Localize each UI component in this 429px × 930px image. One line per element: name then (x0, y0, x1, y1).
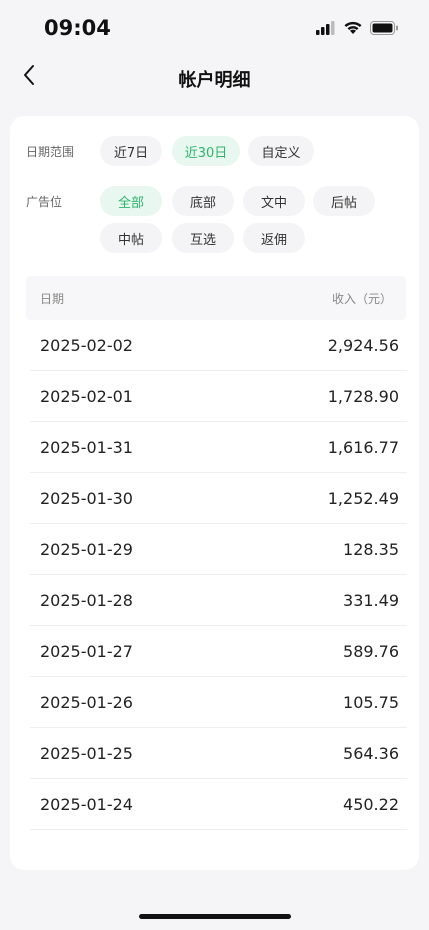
status-time: 09:04 (44, 16, 111, 40)
column-header-date: 日期 (40, 292, 65, 306)
row-date: 2025-01-30 (40, 489, 133, 508)
date-option-custom[interactable]: 自定义 (248, 136, 314, 166)
page-title: 帐户明细 (178, 70, 251, 91)
row-date: 2025-01-31 (40, 438, 133, 457)
row-amount: 331.49 (343, 591, 399, 610)
row-date: 2025-02-02 (40, 336, 133, 355)
ad-slot-inline[interactable]: 文中 (243, 186, 305, 216)
row-date: 2025-01-25 (40, 744, 133, 763)
table-row: 2025-01-28 331.49 (30, 575, 407, 626)
account-detail-card: 日期范围 近7日 近30日 自定义 广告位 全部 底部 文中 后帖 中帖 互选 … (10, 116, 419, 870)
table-row: 2025-02-01 1,728.90 (30, 371, 407, 422)
table-header: 日期 收入（元） (26, 276, 406, 320)
ad-slot-rebate[interactable]: 返佣 (243, 223, 305, 253)
date-option-30d[interactable]: 近30日 (172, 136, 240, 166)
wifi-icon (343, 20, 363, 39)
ad-slot-mutual[interactable]: 互选 (172, 223, 234, 253)
row-amount: 564.36 (343, 744, 399, 763)
ad-slot-label: 广告位 (26, 195, 63, 209)
column-header-income: 收入（元） (331, 292, 392, 306)
table-row: 2025-01-26 105.75 (30, 677, 407, 728)
table-row: 2025-02-02 2,924.56 (30, 320, 407, 371)
signal-icon (316, 20, 336, 39)
table-row: 2025-01-27 589.76 (30, 626, 407, 677)
nav-bar: 帐户明细 (0, 58, 429, 98)
home-indicator (139, 914, 291, 919)
table-row: 2025-01-31 1,616.77 (30, 422, 407, 473)
row-date: 2025-01-28 (40, 591, 133, 610)
table-row: 2025-01-29 128.35 (30, 524, 407, 575)
row-amount: 589.76 (343, 642, 399, 661)
battery-icon (370, 20, 399, 39)
ad-slot-bottom[interactable]: 底部 (172, 186, 234, 216)
row-amount: 1,616.77 (327, 438, 399, 457)
status-icons (316, 20, 399, 39)
date-range-label: 日期范围 (26, 145, 75, 159)
ad-slot-all[interactable]: 全部 (100, 186, 162, 216)
ad-slot-middle[interactable]: 中帖 (100, 223, 162, 253)
row-amount: 2,924.56 (327, 336, 399, 355)
date-option-7d[interactable]: 近7日 (100, 136, 162, 166)
row-date: 2025-01-29 (40, 540, 133, 559)
row-date: 2025-01-24 (40, 795, 133, 814)
row-amount: 105.75 (343, 693, 399, 712)
row-amount: 128.35 (343, 540, 399, 559)
table-row: 2025-01-30 1,252.49 (30, 473, 407, 524)
table-row: 2025-01-25 564.36 (30, 728, 407, 779)
row-amount: 1,252.49 (327, 489, 399, 508)
row-amount: 1,728.90 (327, 387, 399, 406)
row-date: 2025-01-27 (40, 642, 133, 661)
table-row: 2025-01-24 450.22 (30, 779, 407, 830)
row-date: 2025-01-26 (40, 693, 133, 712)
status-bar: 09:04 (0, 0, 429, 58)
ad-slot-post[interactable]: 后帖 (313, 186, 375, 216)
row-date: 2025-02-01 (40, 387, 133, 406)
row-amount: 450.22 (343, 795, 399, 814)
